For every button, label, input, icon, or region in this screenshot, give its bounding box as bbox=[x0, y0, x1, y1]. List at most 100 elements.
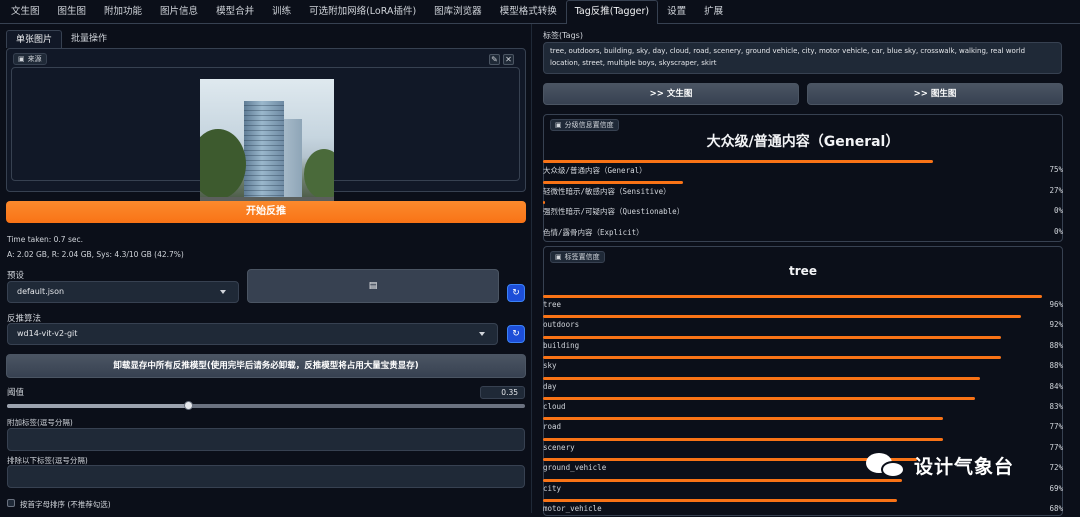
confidence-bar bbox=[543, 417, 944, 421]
tab-4[interactable]: 模型合并 bbox=[207, 0, 263, 23]
threshold-slider[interactable] bbox=[7, 401, 525, 410]
additional-tags-input[interactable] bbox=[7, 428, 525, 451]
preset-select[interactable]: default.json bbox=[7, 281, 239, 303]
rating-name: 色情/露骨内容（Explicit） bbox=[543, 227, 644, 237]
refresh-interrogator-button[interactable]: ↻ bbox=[507, 325, 525, 343]
threshold-label: 阈值 bbox=[7, 388, 25, 398]
confidence-bar bbox=[543, 180, 684, 184]
confidence-bar bbox=[543, 335, 1001, 339]
tag-percent: 84% bbox=[1049, 381, 1063, 391]
building-shape-2 bbox=[282, 119, 302, 201]
pencil-icon[interactable]: ✎ bbox=[489, 54, 500, 65]
tag-name: day bbox=[543, 381, 557, 391]
refresh-icon: ↻ bbox=[512, 288, 520, 298]
rating-chip: ▣ 分级信息置信度 bbox=[550, 119, 619, 131]
tab-batch[interactable]: 批量操作 bbox=[62, 30, 116, 48]
tag-name: city bbox=[543, 483, 562, 493]
rating-row: 轻微性暗示/敏感内容（Sensitive） 27% bbox=[543, 180, 1063, 199]
tag-percent: 96% bbox=[1049, 300, 1063, 309]
rating-name: 强烈性暗示/可疑内容（Questionable） bbox=[543, 207, 685, 216]
confidence-bar bbox=[543, 315, 1022, 319]
tag-percent: 88% bbox=[1049, 340, 1063, 350]
chevron-down-icon bbox=[220, 290, 226, 294]
tag-name: sky bbox=[543, 361, 557, 371]
tab-5[interactable]: 训练 bbox=[263, 0, 300, 23]
tab-6[interactable]: 可选附加网络(LoRA插件) bbox=[300, 0, 425, 23]
tag-name: tree bbox=[543, 300, 562, 309]
interrogator-select[interactable]: wd14-vit-v2-git bbox=[7, 323, 498, 345]
send-to-img2img-button[interactable]: >> 图生图 bbox=[807, 83, 1063, 105]
rating-percent: 75% bbox=[1049, 165, 1063, 174]
sort-alpha-checkbox[interactable] bbox=[7, 499, 15, 507]
building-shape bbox=[244, 101, 284, 201]
tag-name: scenery bbox=[543, 442, 575, 452]
image-subtabs: 单张图片 批量操作 bbox=[6, 30, 116, 48]
tags-output-label: 标签(Tags) bbox=[543, 31, 583, 40]
send-to-txt2img-button[interactable]: >> 文生图 bbox=[543, 83, 799, 105]
tab-1[interactable]: 图生图 bbox=[49, 0, 96, 23]
interrogator-value: wd14-vit-v2-git bbox=[17, 329, 78, 338]
tag-percent: 68% bbox=[1049, 504, 1063, 513]
source-label: ▣ 来源 bbox=[13, 53, 47, 65]
threshold-slider-thumb[interactable] bbox=[184, 401, 194, 410]
tab-2[interactable]: 附加功能 bbox=[95, 0, 151, 23]
tag-row: road 77% bbox=[543, 417, 1063, 435]
threshold-slider-fill bbox=[7, 404, 189, 408]
tag-row: outdoors 92% bbox=[543, 315, 1063, 333]
tag-percent: 77% bbox=[1049, 422, 1063, 432]
confidence-bar bbox=[543, 499, 897, 502]
tags-chip-text: 标签置信度 bbox=[564, 252, 600, 261]
source-label-text: 来源 bbox=[27, 54, 42, 63]
confidence-bar bbox=[543, 356, 1001, 360]
confidence-bar bbox=[543, 376, 980, 380]
tab-7[interactable]: 图库浏览器 bbox=[425, 0, 491, 23]
save-preset-button[interactable]: ▤ bbox=[247, 269, 499, 303]
tag-percent: 69% bbox=[1049, 483, 1063, 493]
tab-10[interactable]: 设置 bbox=[658, 0, 695, 23]
rating-row: 强烈性暗示/可疑内容（Questionable） 0% bbox=[543, 201, 1063, 219]
tags-chip: ▣ 标签置信度 bbox=[550, 251, 605, 263]
tag-name: building bbox=[543, 340, 580, 350]
tag-name: motor_vehicle bbox=[543, 504, 602, 513]
vram-usage: A: 2.02 GB, R: 2.04 GB, Sys: 4.3/10 GB (… bbox=[7, 250, 184, 259]
tag-name: road bbox=[543, 422, 562, 432]
tag-percent: 88% bbox=[1049, 361, 1063, 371]
tag-row: tree 96% bbox=[543, 295, 1063, 313]
confidence-bar bbox=[543, 458, 918, 462]
tag-row: building 88% bbox=[543, 335, 1063, 354]
tags-output-box[interactable]: tree, outdoors, building, sky, day, clou… bbox=[543, 42, 1062, 74]
unload-models-button[interactable]: 卸载显存中所有反推模型(使用完毕后请务必卸载，反推模型将占用大量宝贵显存) bbox=[6, 354, 526, 378]
clipboard-icon: ▤ bbox=[368, 281, 378, 291]
interrogate-button[interactable]: 开始反推 bbox=[6, 201, 526, 223]
column-divider bbox=[531, 24, 532, 513]
rating-name: 轻微性暗示/敏感内容（Sensitive） bbox=[543, 186, 671, 196]
additional-tags-label: 附加标签(逗号分隔) bbox=[7, 418, 73, 427]
tab-3[interactable]: 图片信息 bbox=[151, 0, 207, 23]
tab-single-image[interactable]: 单张图片 bbox=[6, 30, 63, 48]
threshold-number-input[interactable]: 0.35 bbox=[480, 386, 525, 399]
tag-top-label: tree bbox=[789, 264, 817, 278]
wechat-bubble-2 bbox=[881, 461, 905, 478]
refresh-preset-button[interactable]: ↻ bbox=[507, 284, 525, 302]
tab-0[interactable]: 文生图 bbox=[2, 0, 49, 23]
exclude-tags-input[interactable] bbox=[7, 465, 525, 488]
label-icon: ▣ bbox=[555, 120, 562, 129]
tag-row: cloud 83% bbox=[543, 397, 1063, 415]
tab-9[interactable]: Tag反推(Tagger) bbox=[565, 0, 659, 24]
rating-percent: 0% bbox=[1053, 226, 1063, 236]
tab-11[interactable]: 扩展 bbox=[695, 0, 732, 23]
tree-shape-2 bbox=[304, 149, 334, 199]
close-icon[interactable]: ✕ bbox=[503, 54, 514, 65]
image-upload-panel[interactable]: ▣ 来源 ✎ ✕ bbox=[6, 48, 526, 209]
tag-name: outdoors bbox=[543, 320, 580, 330]
rating-chip-text: 分级信息置信度 bbox=[564, 120, 614, 129]
rating-percent: 27% bbox=[1049, 185, 1063, 195]
wechat-icon bbox=[866, 451, 906, 479]
refresh-icon: ↻ bbox=[512, 329, 520, 339]
tag-name: ground_vehicle bbox=[543, 463, 607, 473]
sort-alpha-label: 按首字母排序 (不推荐勾选) bbox=[20, 500, 111, 509]
tab-8[interactable]: 模型格式转换 bbox=[491, 0, 566, 23]
confidence-bar bbox=[543, 478, 902, 482]
confidence-bar bbox=[543, 397, 975, 400]
confidence-bar bbox=[543, 201, 545, 204]
